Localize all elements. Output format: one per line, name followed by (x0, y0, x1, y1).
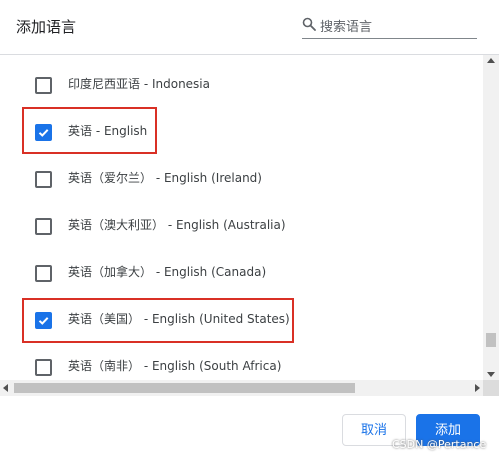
search-box[interactable]: 搜索语言 (302, 12, 477, 39)
vertical-scroll-thumb[interactable] (486, 333, 496, 347)
language-item-indonesia[interactable]: 印度尼西亚语 - Indonesia (0, 61, 483, 108)
checkbox[interactable] (35, 171, 52, 188)
vertical-scrollbar[interactable] (483, 55, 499, 380)
language-label: 英语（南非） - English (South Africa) (68, 359, 282, 373)
checkbox[interactable] (35, 359, 52, 376)
dialog-header: 添加语言 搜索语言 (0, 0, 499, 54)
language-item-english-united-states[interactable]: 英语（美国） - English (United States) (0, 296, 483, 343)
scroll-up-arrow-icon[interactable] (487, 58, 495, 63)
language-label: 英语（加拿大） - English (Canada) (68, 265, 267, 279)
search-icon (302, 17, 316, 31)
language-item-english-south-africa[interactable]: 英语（南非） - English (South Africa) (0, 343, 483, 380)
language-item-english-ireland[interactable]: 英语（爱尔兰） - English (Ireland) (0, 155, 483, 202)
language-list: 印度尼西亚语 - Indonesia 英语 - English 英语（爱尔兰） … (0, 55, 483, 380)
language-item-english[interactable]: 英语 - English (0, 108, 483, 155)
checkbox[interactable] (35, 124, 52, 141)
scroll-right-arrow-icon[interactable] (475, 384, 480, 392)
checkbox[interactable] (35, 265, 52, 282)
dialog-title: 添加语言 (16, 18, 77, 36)
check-icon (38, 129, 49, 137)
language-label: 英语 - English (68, 124, 148, 138)
horizontal-scroll-thumb[interactable] (14, 383, 355, 393)
language-label: 英语（澳大利亚） - English (Australia) (68, 218, 286, 232)
watermark: CSDN @Pertance (392, 438, 487, 451)
check-icon (38, 317, 49, 325)
language-label: 印度尼西亚语 - Indonesia (68, 77, 210, 91)
language-label: 英语（美国） - English (United States) (68, 312, 290, 326)
scroll-left-arrow-icon[interactable] (3, 384, 8, 392)
language-item-english-canada[interactable]: 英语（加拿大） - English (Canada) (0, 249, 483, 296)
scroll-down-arrow-icon[interactable] (487, 372, 495, 377)
search-input[interactable]: 搜索语言 (320, 16, 372, 35)
checkbox[interactable] (35, 77, 52, 94)
horizontal-scrollbar[interactable] (0, 380, 483, 396)
checkbox[interactable] (35, 218, 52, 235)
language-item-english-australia[interactable]: 英语（澳大利亚） - English (Australia) (0, 202, 483, 249)
scrollbar-corner (483, 380, 499, 396)
language-label: 英语（爱尔兰） - English (Ireland) (68, 171, 262, 185)
checkbox[interactable] (35, 312, 52, 329)
